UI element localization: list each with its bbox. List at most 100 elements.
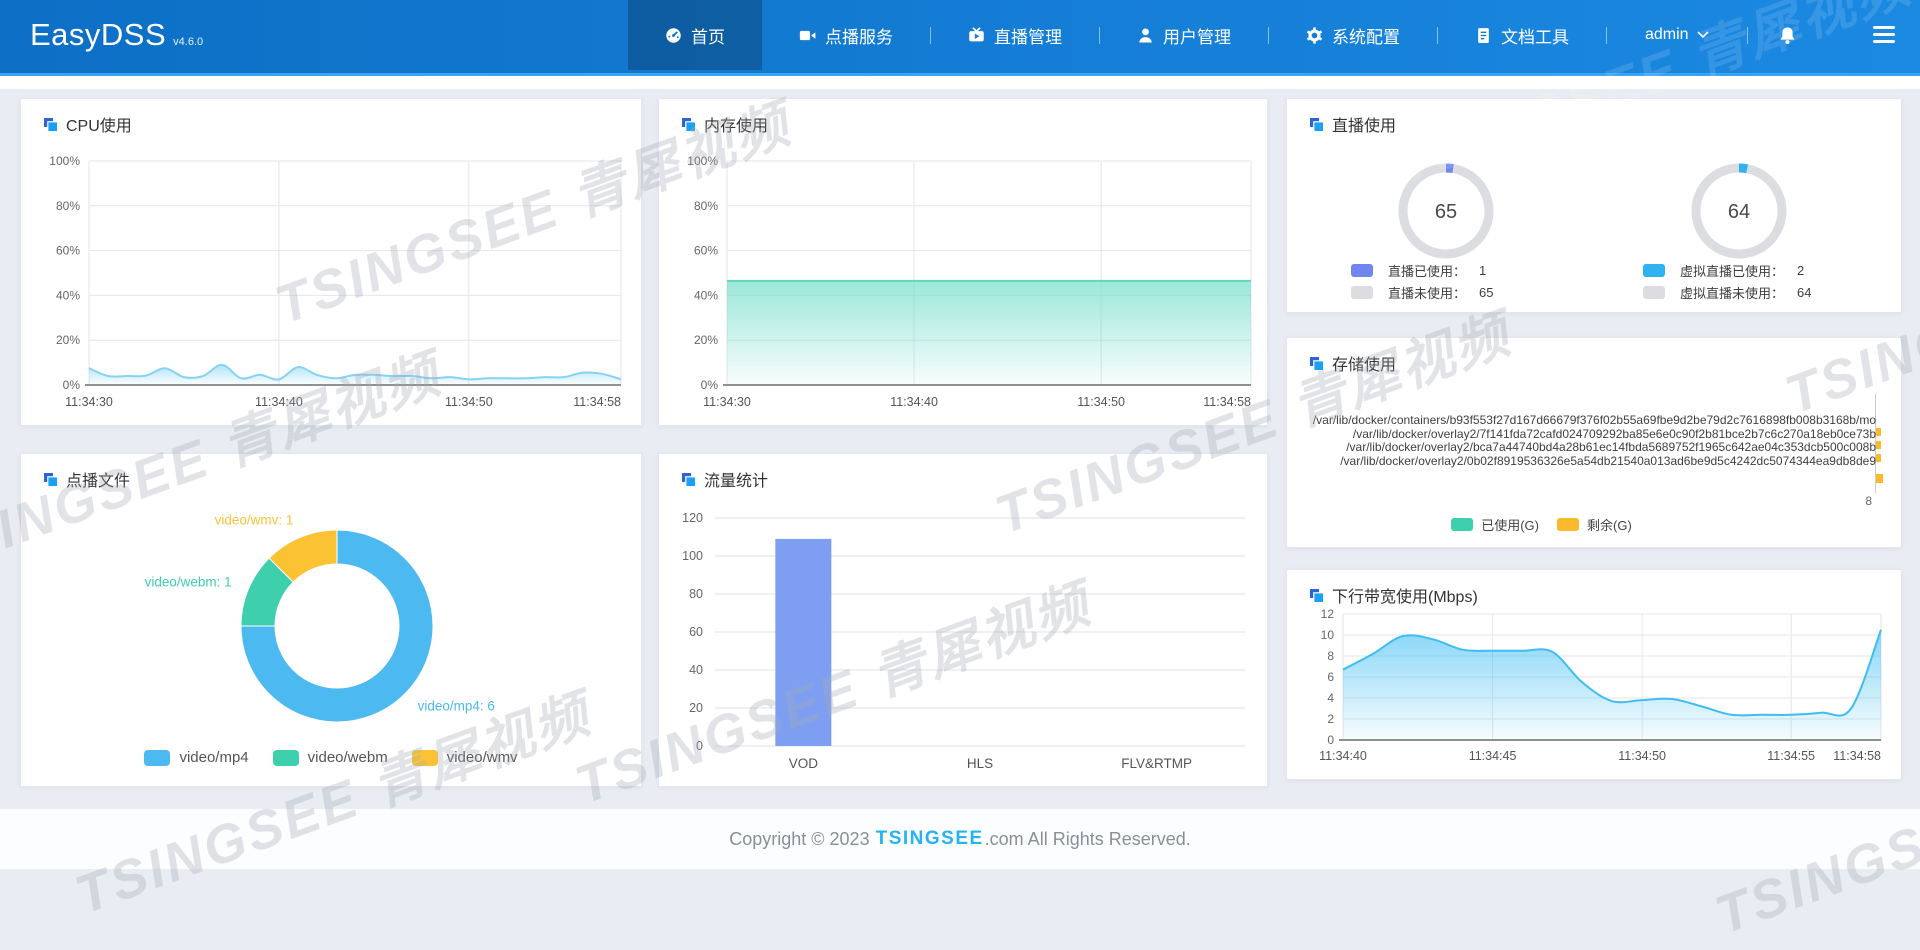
legend-swatch [272,749,299,766]
user-dropdown[interactable]: admin [1607,0,1747,70]
storage-path: /var/lib/docker/overlay2/7f141fda72cafd0… [1352,426,1876,441]
card-title: 点播文件 [43,467,130,491]
svg-text:100%: 100% [687,154,718,168]
svg-text:11:34:45: 11:34:45 [1469,749,1517,763]
svg-text:10: 10 [1321,628,1335,642]
svg-text:12: 12 [1321,607,1335,621]
traffic-bar-chart: 120 100 80 60 40 20 0 VOD HLS FLV&RTMP [659,454,1267,786]
card-title: 存储使用 [1309,351,1396,375]
storage-path: /var/lib/docker/containers/b93f553f27d16… [1312,413,1876,427]
legend-swatch [1351,263,1373,277]
gauge-legend-column: 虚拟直播已使用： 2 虚拟直播未使用： 64 [1643,259,1811,303]
svg-text:60: 60 [689,625,703,639]
svg-text:11:34:50: 11:34:50 [1077,395,1125,409]
legend-item[interactable]: video/mp4 [144,749,249,766]
svg-text:11:34:30: 11:34:30 [703,395,751,409]
legend-swatch [144,749,171,766]
panel-icon [44,117,58,131]
legend-label: 已使用(G) [1481,518,1539,533]
legend-count: 64 [1797,284,1812,300]
legend-label: 直播已使用： [1388,263,1467,279]
nav-item-label: 直播管理 [994,27,1062,47]
storage-path: /var/lib/docker/overlay2/bca7a44740bd4a2… [1346,440,1876,454]
copyright-prefix: Copyright © 2023 [729,828,870,849]
legend-item: 直播已使用： 1 [1351,259,1493,281]
svg-text:video/mp4: 6: video/mp4: 6 [418,699,495,714]
storage-axis-tick: 8 [1865,494,1872,508]
legend-count: 65 [1479,284,1494,300]
svg-text:100%: 100% [49,154,80,168]
nav-item-user-manage[interactable]: 用户管理 [1100,0,1268,70]
nav-item-vod-service[interactable]: 点播服务 [762,0,930,70]
legend-count: 2 [1797,262,1805,278]
storage-legend: 已使用(G) 剩余(G) [1327,515,1756,534]
card-downlink-bandwidth: 下行带宽使用(Mbps) 12 10 8 6 4 2 0 11:34:40 11:34:45 11… [1286,569,1902,780]
svg-text:20%: 20% [56,333,80,347]
cpu-chart-svg: 100% 80% 60% 40% 20% 0% 11:34:30 11:34:40 11:34:… [49,154,622,409]
card-live-usage: 直播使用 65 64 直播已使用： 1 直播未使用： 65 虚拟直播已使用： 2 虚拟直播未使用… [1286,98,1902,313]
gauge-legend-column: 直播已使用： 1 直播未使用： 65 [1351,259,1493,303]
nav-item-label: 首页 [691,27,725,47]
legend-swatch [1557,518,1579,531]
svg-text:60%: 60% [56,244,80,258]
app-logo[interactable]: EasyDSS [30,17,166,53]
svg-text:11:34:58: 11:34:58 [1203,395,1251,409]
hamburger-bar [1873,26,1895,29]
card-title: 流量统计 [681,467,768,491]
svg-text:video/wmv: 1: video/wmv: 1 [215,513,294,528]
legend-item[interactable]: 剩余(G) [1557,515,1632,534]
svg-text:40%: 40% [694,288,718,302]
nav-item-home[interactable]: 首页 [628,0,762,70]
legend-item[interactable]: video/webm [272,749,388,766]
svg-text:VOD: VOD [789,756,819,771]
memory-chart-svg: 100% 80% 60% 40% 20% 0% 11:34:30 11:34:40 11:34:… [687,154,1252,409]
legend-item[interactable]: video/wmv [411,749,518,766]
card-title-text: 直播使用 [1332,118,1397,135]
card-vod-files: 点播文件 video/mp4: 6 video/webm: 1 video/wmv:… [20,453,642,787]
nav-item-system-config[interactable]: 系统配置 [1269,0,1437,70]
legend-label: video/mp4 [179,749,249,766]
legend-swatch [411,749,438,766]
legend-label: 虚拟直播未使用： [1680,285,1785,301]
legend-swatch [1643,285,1665,299]
tsingsee-logo: TSINGSEE [875,828,984,849]
legend-swatch [1643,263,1665,277]
svg-text:40: 40 [689,663,703,677]
panel-icon [1310,588,1324,602]
card-title-text: 流量统计 [704,473,769,490]
main-menu: 首页 点播服务 直播管理 用户管理 系统配置 文档工具 admin [628,0,1827,70]
card-title-text: 下行带宽使用(Mbps) [1332,589,1478,606]
dashboard-icon [665,27,682,44]
legend-item: 直播未使用： 65 [1351,281,1493,303]
hamburger-menu-button[interactable] [1873,26,1895,47]
footer: Copyright © 2023 TSINGSEE .com All Right… [0,809,1920,869]
legend-swatch [1351,285,1373,299]
svg-text:0%: 0% [701,378,719,392]
card-title-text: 内存使用 [704,118,769,135]
svg-text:11:34:50: 11:34:50 [445,395,493,409]
svg-text:11:34:50: 11:34:50 [1618,749,1666,763]
svg-text:video/webm: 1: video/webm: 1 [145,574,232,589]
legend-item: 虚拟直播已使用： 2 [1643,259,1811,281]
legend-label: video/wmv [446,749,518,766]
brand-wrap: EasyDSS v4.6.0 [30,0,203,70]
nav-item-doc-tools[interactable]: 文档工具 [1438,0,1606,70]
notifications-button[interactable] [1748,0,1827,70]
legend-item[interactable]: 已使用(G) [1451,515,1539,534]
svg-text:8: 8 [1327,649,1334,663]
card-storage-usage: 存储使用 /var/lib/docker/containers/b93f553f… [1286,337,1902,548]
svg-text:11:34:55: 11:34:55 [1767,749,1815,763]
svg-text:20%: 20% [694,333,718,347]
svg-text:20: 20 [689,701,703,715]
svg-text:0: 0 [696,739,703,753]
vod-files-donut-chart: video/mp4: 6 video/webm: 1 video/wmv: 1 [21,454,641,786]
card-title: 直播使用 [1309,112,1396,136]
svg-text:11:34:40: 11:34:40 [255,395,303,409]
storage-bar-stub [1876,454,1881,462]
nav-item-live-manage[interactable]: 直播管理 [931,0,1099,70]
legend-item: 虚拟直播未使用： 64 [1643,281,1811,303]
panel-icon [1310,117,1324,131]
svg-text:FLV&RTMP: FLV&RTMP [1121,756,1192,771]
card-title-text: CPU使用 [66,118,132,135]
legend-count: 1 [1479,262,1487,278]
